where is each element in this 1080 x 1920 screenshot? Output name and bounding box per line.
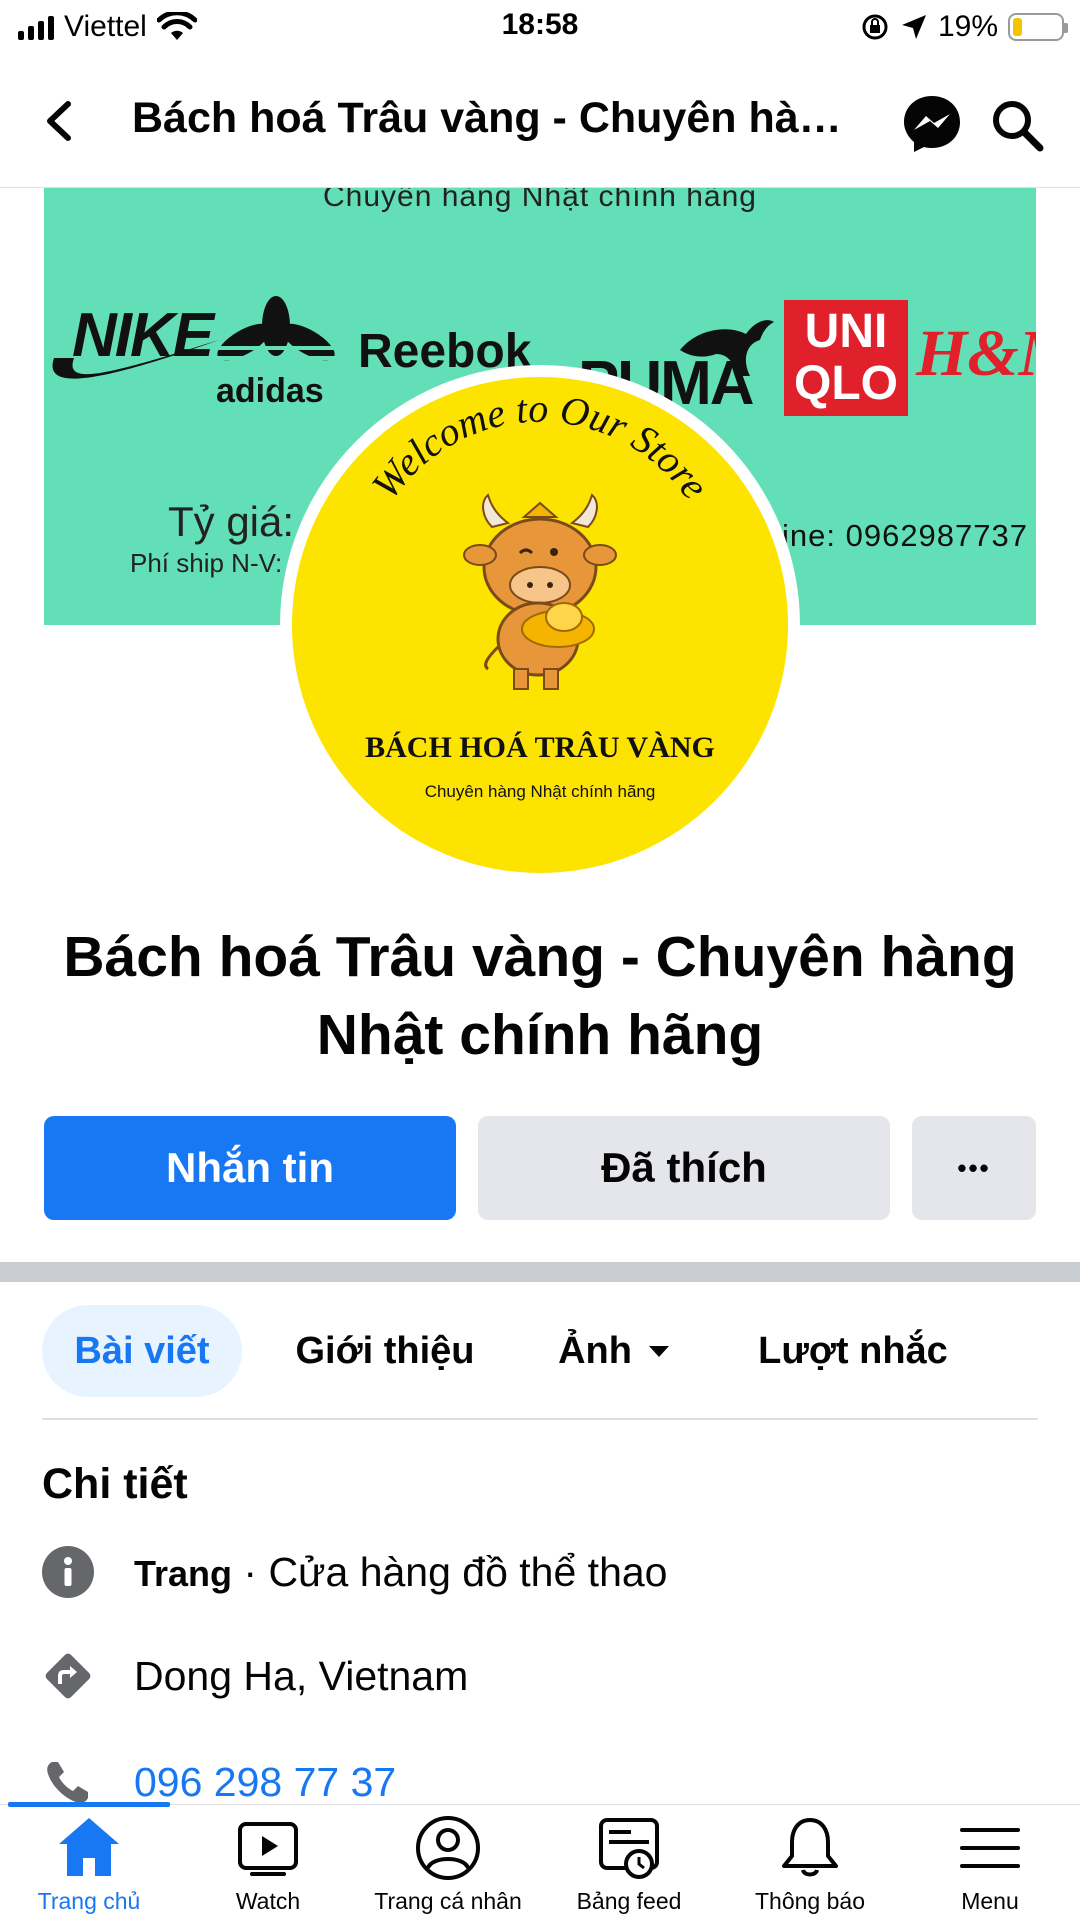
nav-profile[interactable]: Trang cá nhân (358, 1812, 538, 1920)
details-heading: Chi tiết (42, 1460, 188, 1508)
page-type-text: Trang · Cửa hàng đồ thể thao (134, 1549, 667, 1596)
page-type-bold: Trang (134, 1552, 233, 1594)
tabs-divider (42, 1418, 1038, 1420)
tab-mentions[interactable]: Lượt nhắc (748, 1305, 958, 1397)
profile-icon (416, 1816, 480, 1880)
orientation-lock-icon (862, 14, 888, 40)
status-bar: Viettel 18:58 19% (0, 0, 1080, 56)
uniqlo-top: UNI (804, 305, 888, 358)
uniqlo-logo: UNI QLO (784, 300, 908, 416)
uniqlo-bottom: QLO (794, 357, 898, 410)
cover-ship-text: Phí ship N-V: (130, 548, 283, 578)
location-text: Dong Ha, Vietnam (134, 1652, 469, 1699)
status-right: 19% (860, 10, 1068, 44)
detail-page-type: Trang · Cửa hàng đồ thể thao (42, 1546, 667, 1598)
feed-icon (599, 1818, 659, 1879)
page-name-line1: Bách hoá Trâu vàng - Chuyên hàng (63, 925, 1017, 989)
more-dots-icon: ••• (957, 1152, 991, 1183)
phone-number-link[interactable]: 096 298 77 37 (134, 1759, 396, 1806)
active-tab-indicator (8, 1802, 170, 1807)
avatar-store-name: BÁCH HOÁ TRÂU VÀNG (365, 731, 715, 764)
page-name-line2: Nhật chính hãng (316, 1003, 764, 1067)
tab-photos[interactable]: Ảnh (540, 1305, 690, 1397)
brand-nike: NIKE (72, 301, 214, 370)
tab-posts-label: Bài viết (74, 1329, 210, 1372)
battery-fill (1013, 18, 1022, 36)
detail-phone[interactable]: 096 298 77 37 (42, 1756, 396, 1808)
section-divider (0, 1262, 1080, 1282)
brand-adidas: adidas (216, 372, 324, 410)
profile-picture[interactable]: Welcome to Our Store BÁCH HOÁ TRÂU VÀNG … (280, 365, 800, 885)
tab-about-label: Giới thiệu (295, 1329, 475, 1372)
home-icon (59, 1818, 119, 1876)
message-button[interactable]: Nhắn tin (44, 1116, 456, 1220)
detail-location[interactable]: Dong Ha, Vietnam (42, 1650, 468, 1702)
page-type-category: · Cửa hàng đồ thể thao (232, 1548, 668, 1595)
caret-down-icon (648, 1346, 669, 1357)
brand-hm: H&M (916, 317, 1036, 390)
profile-picture-image: Welcome to Our Store BÁCH HOÁ TRÂU VÀNG … (292, 377, 788, 873)
ox-mascot-icon (463, 493, 617, 690)
avatar-store-tagline: Chuyên hàng Nhật chính hãng (425, 782, 656, 801)
watch-video-icon (238, 1822, 298, 1876)
search-icon[interactable] (988, 96, 1046, 154)
nav-menu-label: Menu (961, 1888, 1019, 1914)
nav-menu[interactable]: Menu (900, 1812, 1080, 1920)
page-name: Bách hoá Trâu vàng - Chuyên hàng Nhật ch… (20, 918, 1060, 1074)
nav-watch-label: Watch (235, 1888, 301, 1914)
phone-icon (47, 1762, 88, 1803)
battery-percent: 19% (937, 10, 998, 43)
tab-photos-label: Ảnh (558, 1329, 632, 1372)
tab-about[interactable]: Giới thiệu (280, 1305, 490, 1397)
tab-mentions-label: Lượt nhắc (758, 1329, 948, 1372)
nav-feed[interactable]: Bảng feed (538, 1812, 720, 1920)
info-icon (42, 1546, 94, 1598)
messenger-icon[interactable] (900, 92, 964, 156)
nav-profile-label: Trang cá nhân (374, 1888, 522, 1914)
nav-feed-label: Bảng feed (576, 1888, 682, 1914)
puma-cat-logo (680, 320, 774, 376)
tab-posts[interactable]: Bài viết (42, 1305, 242, 1397)
nav-home-label: Trang chủ (37, 1888, 141, 1914)
page-header: Bách hoá Trâu vàng - Chuyên hàng Nhật ch… (0, 56, 1080, 188)
cover-tagline: Chuyên hàng Nhật chính hãng (323, 188, 757, 213)
chevron-left-icon[interactable] (36, 96, 86, 146)
hamburger-menu-icon (960, 1828, 1020, 1868)
nav-notifications-label: Thông báo (755, 1888, 865, 1914)
adidas-trefoil-logo (216, 296, 336, 361)
nav-home[interactable]: Trang chủ (0, 1812, 178, 1920)
cover-hotline-text: ine: 0962987737 (782, 518, 1029, 553)
more-options-button[interactable]: ••• (912, 1116, 1036, 1220)
header-title: Bách hoá Trâu vàng - Chuyên hàng Nhật ch… (132, 94, 862, 142)
battery-icon (1008, 13, 1068, 41)
avatar-artwork: Welcome to Our Store BÁCH HOÁ TRÂU VÀNG … (363, 386, 718, 801)
location-arrow-icon (901, 15, 926, 39)
bell-icon (782, 1818, 838, 1877)
nav-notifications[interactable]: Thông báo (720, 1812, 900, 1920)
liked-button[interactable]: Đã thích (478, 1116, 890, 1220)
avatar-arc-text: Welcome to Our Store (363, 386, 718, 507)
directions-icon (45, 1653, 91, 1699)
nav-watch[interactable]: Watch (178, 1812, 358, 1920)
